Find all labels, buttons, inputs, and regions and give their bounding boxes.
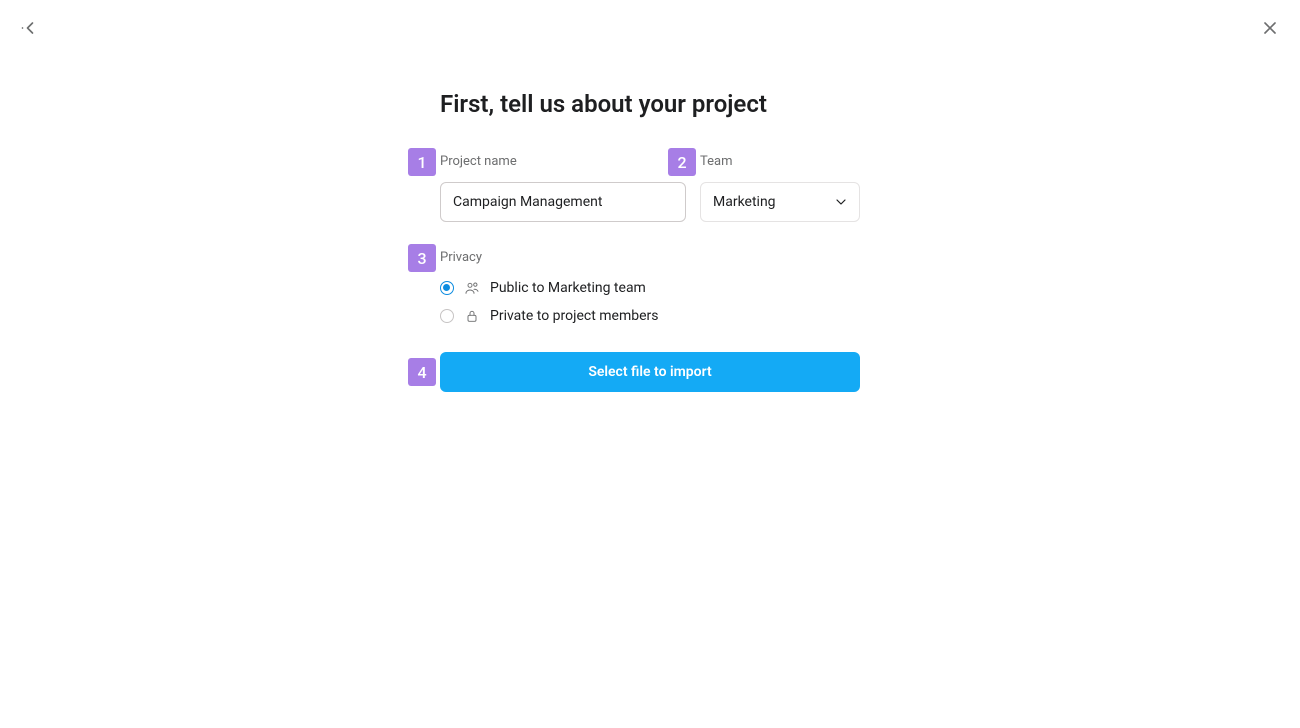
project-name-label: Project name — [440, 154, 686, 170]
privacy-radio-group: Public to Marketing team Private to proj… — [440, 280, 860, 324]
project-name-input[interactable] — [440, 182, 686, 222]
privacy-option-private[interactable]: Private to project members — [440, 308, 860, 324]
step-badge-4: 4 — [408, 358, 436, 386]
team-field: 2 Team Marketing — [700, 154, 860, 222]
step-badge-3: 3 — [408, 244, 436, 272]
project-name-field: 1 Project name — [440, 154, 686, 222]
close-icon — [1260, 18, 1280, 42]
team-select[interactable]: Marketing — [700, 182, 860, 222]
radio-indicator — [440, 309, 454, 323]
privacy-option-public[interactable]: Public to Marketing team — [440, 280, 860, 296]
back-button[interactable] — [18, 18, 42, 42]
step-badge-1: 1 — [408, 148, 436, 176]
form-container: First, tell us about your project 1 Proj… — [440, 90, 860, 392]
privacy-label: Privacy — [440, 250, 860, 266]
chevron-down-icon — [833, 194, 849, 210]
close-button[interactable] — [1258, 18, 1282, 42]
privacy-option-label: Private to project members — [490, 308, 659, 324]
arrow-left-icon — [20, 18, 40, 42]
people-icon — [464, 280, 480, 296]
privacy-field: 3 Privacy Public to Marketing team — [440, 250, 860, 324]
team-label: Team — [700, 154, 860, 170]
radio-indicator — [440, 281, 454, 295]
lock-icon — [464, 308, 480, 324]
step-badge-2: 2 — [668, 148, 696, 176]
select-file-button[interactable]: Select file to import — [440, 352, 860, 392]
team-select-value: Marketing — [713, 194, 776, 210]
action-row: 4 Select file to import — [440, 352, 860, 392]
privacy-option-label: Public to Marketing team — [490, 280, 646, 296]
page-title: First, tell us about your project — [440, 90, 860, 118]
